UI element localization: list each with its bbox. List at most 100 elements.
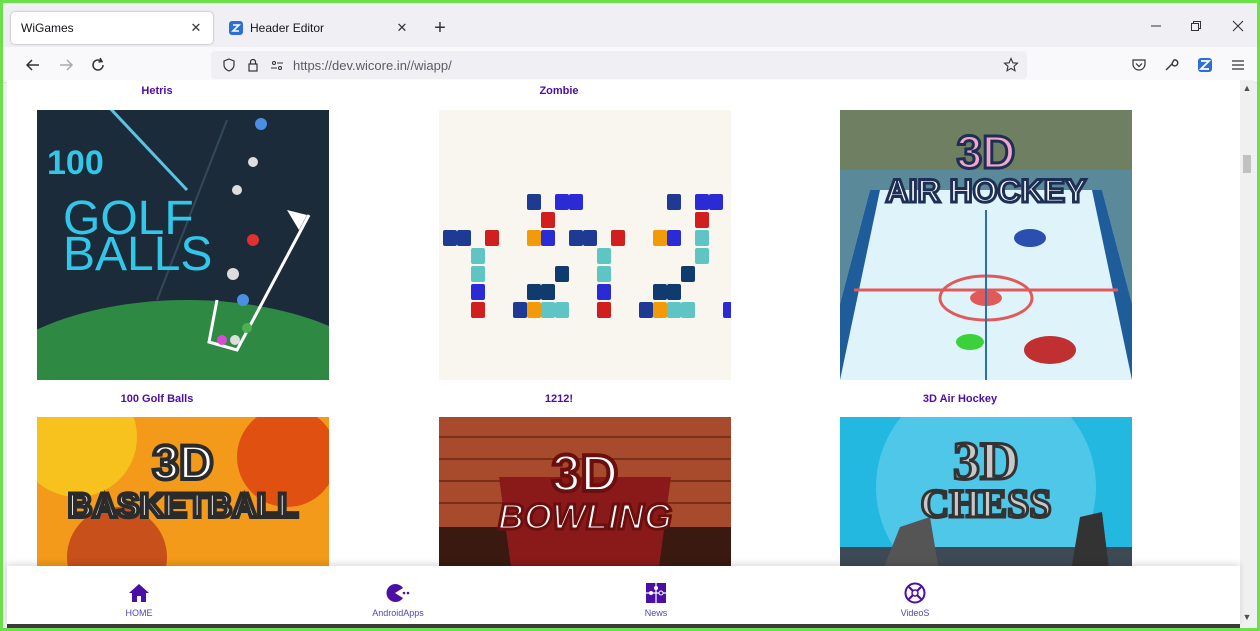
number-block bbox=[527, 194, 541, 210]
number-block bbox=[681, 302, 695, 318]
number-block bbox=[667, 284, 681, 300]
number-block bbox=[471, 284, 485, 300]
game-tile-3d-basketball[interactable]: 3D BASKETBALL bbox=[37, 417, 329, 577]
reload-icon[interactable] bbox=[88, 55, 108, 75]
number-block bbox=[653, 230, 667, 246]
tab-title: WiGames bbox=[21, 21, 74, 35]
number-block bbox=[597, 248, 611, 264]
number-block bbox=[653, 284, 667, 300]
number-block bbox=[569, 194, 583, 210]
art-text: BOWLING bbox=[498, 496, 672, 537]
tab-header-editor[interactable]: Header Editor ✕ bbox=[219, 12, 419, 44]
bottom-nav-label: News bbox=[644, 608, 668, 618]
number-block bbox=[541, 302, 555, 318]
game-tile-100-golf-balls[interactable]: 100 GOLF BALLS bbox=[37, 110, 329, 380]
number-block bbox=[681, 266, 695, 282]
game-label-100-golf-balls[interactable]: 100 Golf Balls bbox=[11, 393, 303, 405]
number-block bbox=[611, 230, 625, 246]
game-label-1212[interactable]: 1212! bbox=[413, 393, 705, 405]
game-label-3d-air-hockey[interactable]: 3D Air Hockey bbox=[814, 393, 1106, 405]
bookmark-star-icon[interactable] bbox=[1003, 57, 1019, 73]
bottom-strip bbox=[7, 624, 1240, 628]
art-text: AIR HOCKEY bbox=[886, 173, 1087, 209]
header-editor-extension-icon[interactable] bbox=[1195, 55, 1215, 75]
number-block bbox=[471, 302, 485, 318]
pocket-icon[interactable] bbox=[1129, 55, 1149, 75]
number-block bbox=[555, 302, 569, 318]
art-text: 3D bbox=[152, 437, 213, 490]
shield-icon[interactable] bbox=[221, 57, 237, 73]
permissions-icon[interactable] bbox=[269, 57, 285, 73]
tab-wigames[interactable]: WiGames ✕ bbox=[11, 12, 213, 44]
number-block bbox=[597, 302, 611, 318]
scroll-thumb[interactable] bbox=[1243, 155, 1251, 173]
bottom-nav-androidapps[interactable]: AndroidApps bbox=[338, 566, 458, 626]
number-block bbox=[695, 212, 709, 228]
game-tile-1212[interactable] bbox=[439, 110, 731, 380]
game-label-zombie[interactable]: Zombie bbox=[413, 85, 705, 97]
new-tab-plus-icon[interactable]: + bbox=[429, 16, 451, 40]
game-tile-3d-air-hockey[interactable]: 3D AIR HOCKEY bbox=[840, 110, 1132, 380]
bottom-nav-label: AndroidApps bbox=[372, 608, 424, 618]
close-icon[interactable]: ✕ bbox=[394, 20, 410, 36]
number-block bbox=[709, 194, 723, 210]
page-content: Hetris Zombie 100 GOLF BALLS 3D AIR HOCK… bbox=[7, 80, 1240, 625]
number-block bbox=[695, 194, 709, 210]
restore-icon[interactable] bbox=[1186, 16, 1206, 36]
art-text: CHESS bbox=[920, 481, 1051, 526]
close-icon[interactable]: ✕ bbox=[188, 20, 204, 36]
scroll-down-arrow-icon[interactable]: ▼ bbox=[1242, 612, 1252, 622]
number-block bbox=[667, 194, 681, 210]
scroll-up-arrow-icon[interactable]: ▲ bbox=[1242, 83, 1252, 93]
number-block bbox=[597, 284, 611, 300]
art-text: 3D bbox=[552, 445, 618, 503]
number-block bbox=[513, 302, 527, 318]
navigation-toolbar: https://dev.wicore.in//wiapp/ bbox=[3, 47, 1257, 83]
crossed-circle-icon bbox=[902, 580, 928, 606]
art-text: 3D bbox=[957, 126, 1016, 178]
bottom-nav-label: HOME bbox=[125, 608, 153, 618]
number-block bbox=[443, 230, 457, 246]
number-block bbox=[541, 230, 555, 246]
number-block bbox=[695, 230, 709, 246]
number-block bbox=[471, 248, 485, 264]
wrench-icon[interactable] bbox=[1161, 55, 1181, 75]
lock-icon[interactable] bbox=[245, 57, 261, 73]
home-icon bbox=[126, 580, 152, 606]
number-block bbox=[569, 230, 583, 246]
bottom-nav-home[interactable]: HOME bbox=[79, 566, 199, 626]
number-block bbox=[541, 284, 555, 300]
game-tile-3d-bowling[interactable]: 3D BOWLING bbox=[439, 417, 731, 577]
pacman-icon bbox=[385, 580, 411, 606]
bottom-nav-news[interactable]: News bbox=[596, 566, 716, 626]
page-scrollbar[interactable]: ▲ ▼ bbox=[1240, 80, 1254, 625]
bottom-navigation: HOME AndroidApps News VideoS bbox=[7, 566, 1240, 626]
number-block bbox=[583, 230, 597, 246]
number-block bbox=[527, 302, 541, 318]
number-block bbox=[597, 266, 611, 282]
number-block bbox=[667, 302, 681, 318]
tab-title: Header Editor bbox=[250, 21, 325, 35]
window-close-icon[interactable] bbox=[1228, 16, 1248, 36]
number-block bbox=[639, 302, 653, 318]
number-block bbox=[527, 230, 541, 246]
game-label-hetris[interactable]: Hetris bbox=[11, 85, 303, 97]
forward-arrow-icon[interactable] bbox=[56, 55, 76, 75]
number-block bbox=[457, 230, 471, 246]
number-block bbox=[541, 212, 555, 228]
number-block bbox=[653, 302, 667, 318]
number-block bbox=[695, 248, 709, 264]
game-tile-3d-chess[interactable]: 3D CHESS bbox=[840, 417, 1132, 577]
number-block bbox=[485, 230, 499, 246]
header-editor-favicon-icon bbox=[229, 21, 243, 35]
hamburger-menu-icon[interactable] bbox=[1228, 55, 1248, 75]
bottom-nav-label: VideoS bbox=[900, 608, 930, 618]
art-text: 100 bbox=[47, 144, 104, 182]
number-blocks-art bbox=[443, 194, 731, 318]
back-arrow-icon[interactable] bbox=[23, 55, 43, 75]
bottom-nav-videos[interactable]: VideoS bbox=[855, 566, 975, 626]
address-bar[interactable]: https://dev.wicore.in//wiapp/ bbox=[211, 51, 1027, 79]
minimize-icon[interactable] bbox=[1146, 16, 1166, 36]
number-block bbox=[667, 230, 681, 246]
number-block bbox=[471, 266, 485, 282]
